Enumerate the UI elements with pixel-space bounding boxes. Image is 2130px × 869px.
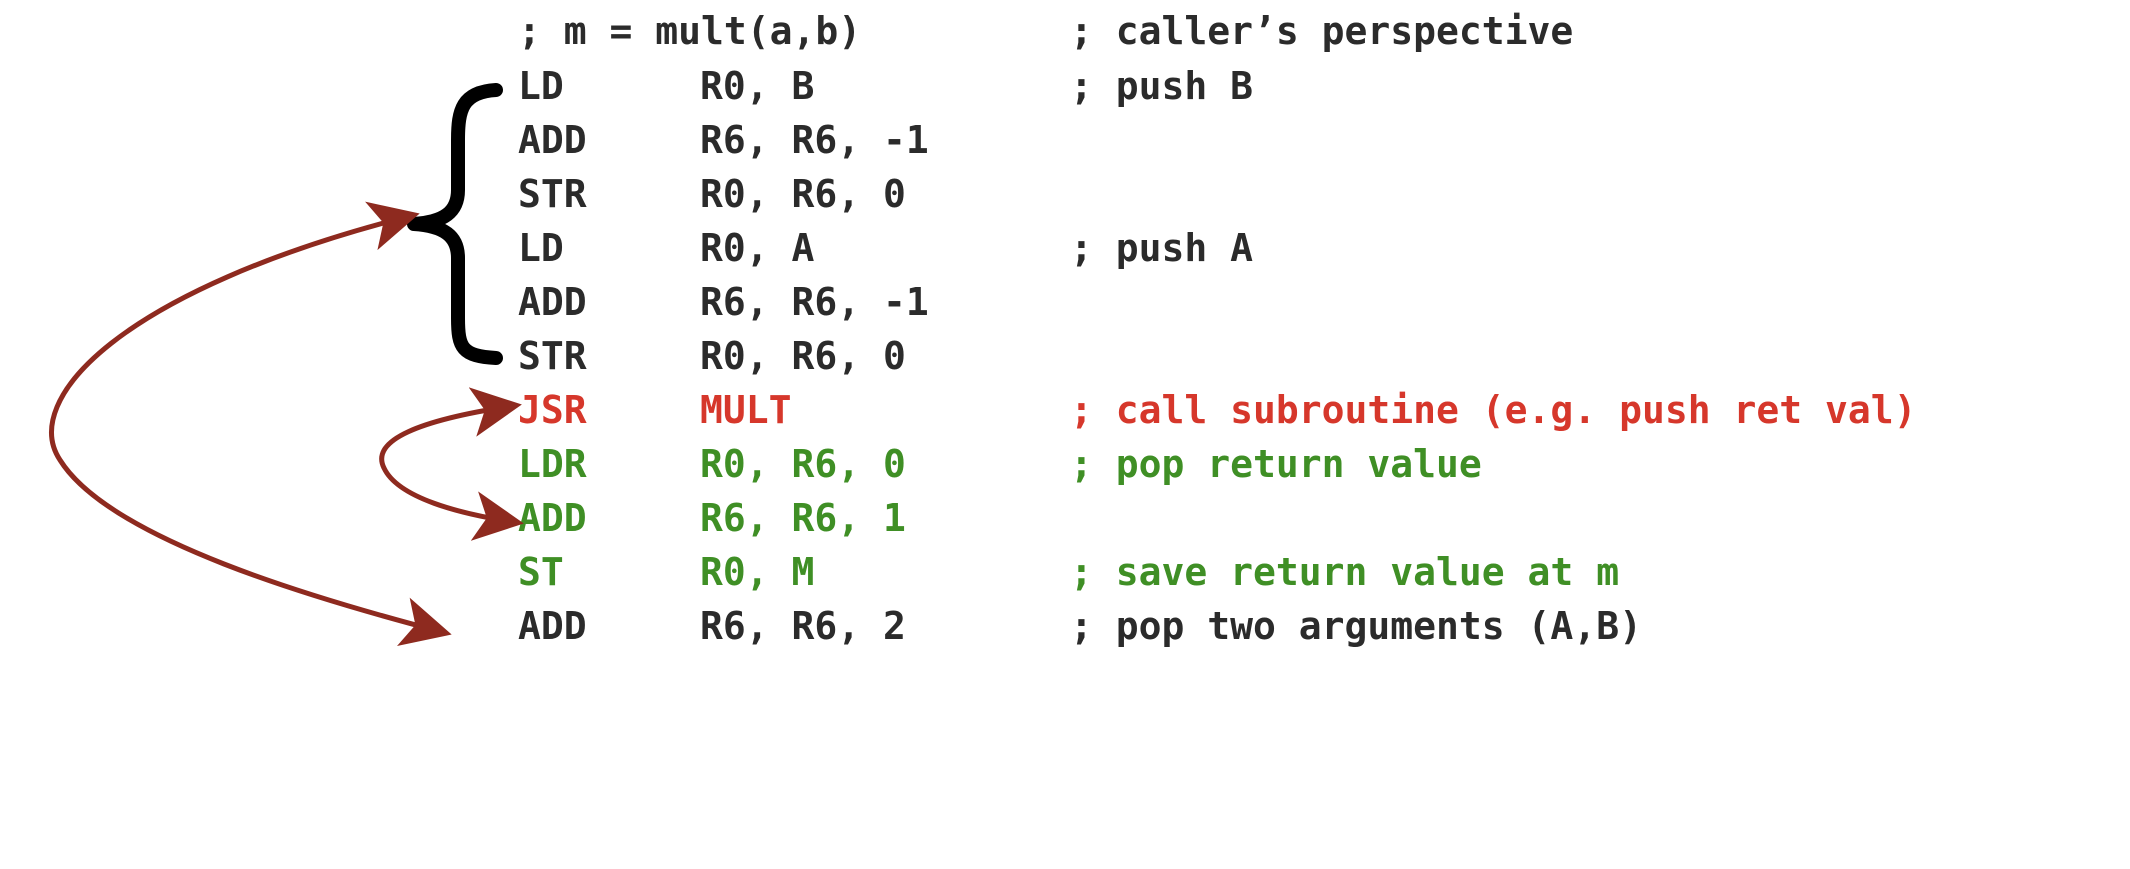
opcode: STR — [518, 172, 587, 216]
line-comment: ; pop two arguments (A,B) — [1070, 604, 1642, 648]
code-line: ADD R6, R6, 1 — [0, 491, 2130, 545]
operands: R0, R6, 0 — [700, 172, 906, 216]
line-comment: ; push B — [1070, 64, 1254, 108]
code-line: ADD R6, R6, 2 ; pop two arguments (A,B) — [0, 599, 2130, 653]
opcode: LDR — [518, 442, 587, 486]
opcode: ADD — [518, 496, 587, 540]
operands: MULT — [700, 388, 792, 432]
operands: R0, A — [700, 226, 815, 270]
code-line: LD R0, B ; push B — [0, 59, 2130, 113]
header-comment: ; caller’s perspective — [1070, 9, 1574, 53]
code-line: LDR R0, R6, 0 ; pop return value — [0, 437, 2130, 491]
opcode: STR — [518, 334, 587, 378]
line-comment: ; call subroutine (e.g. push ret val) — [1070, 388, 1917, 432]
code-line: ADD R6, R6, -1 — [0, 275, 2130, 329]
operands: R6, R6, 2 — [700, 604, 906, 648]
line-comment: ; pop return value — [1070, 442, 1482, 486]
header-line: ; m = mult(a,b) ; caller’s perspective — [0, 4, 2130, 58]
opcode: ADD — [518, 280, 587, 324]
operands: R6, R6, -1 — [700, 280, 929, 324]
opcode: JSR — [518, 388, 587, 432]
code-line: LD R0, A ; push A — [0, 221, 2130, 275]
line-comment: ; save return value at m — [1070, 550, 1620, 594]
operands: R0, M — [700, 550, 815, 594]
operands: R0, R6, 0 — [700, 442, 906, 486]
slide: ; m = mult(a,b) ; caller’s perspective L… — [0, 0, 2130, 720]
operands: R0, R6, 0 — [700, 334, 906, 378]
header-code: ; m = mult(a,b) — [518, 9, 862, 53]
opcode: ADD — [518, 118, 587, 162]
line-comment: ; push A — [1070, 226, 1254, 270]
operands: R6, R6, -1 — [700, 118, 929, 162]
opcode: ADD — [518, 604, 587, 648]
opcode: LD — [518, 226, 564, 270]
code-line: ST R0, M ; save return value at m — [0, 545, 2130, 599]
code-line: STR R0, R6, 0 — [0, 167, 2130, 221]
opcode: ST — [518, 550, 564, 594]
code-line: JSR MULT ; call subroutine (e.g. push re… — [0, 383, 2130, 437]
operands: R0, B — [700, 64, 815, 108]
opcode: LD — [518, 64, 564, 108]
code-line: STR R0, R6, 0 — [0, 329, 2130, 383]
code-line: ADD R6, R6, -1 — [0, 113, 2130, 167]
operands: R6, R6, 1 — [700, 496, 906, 540]
